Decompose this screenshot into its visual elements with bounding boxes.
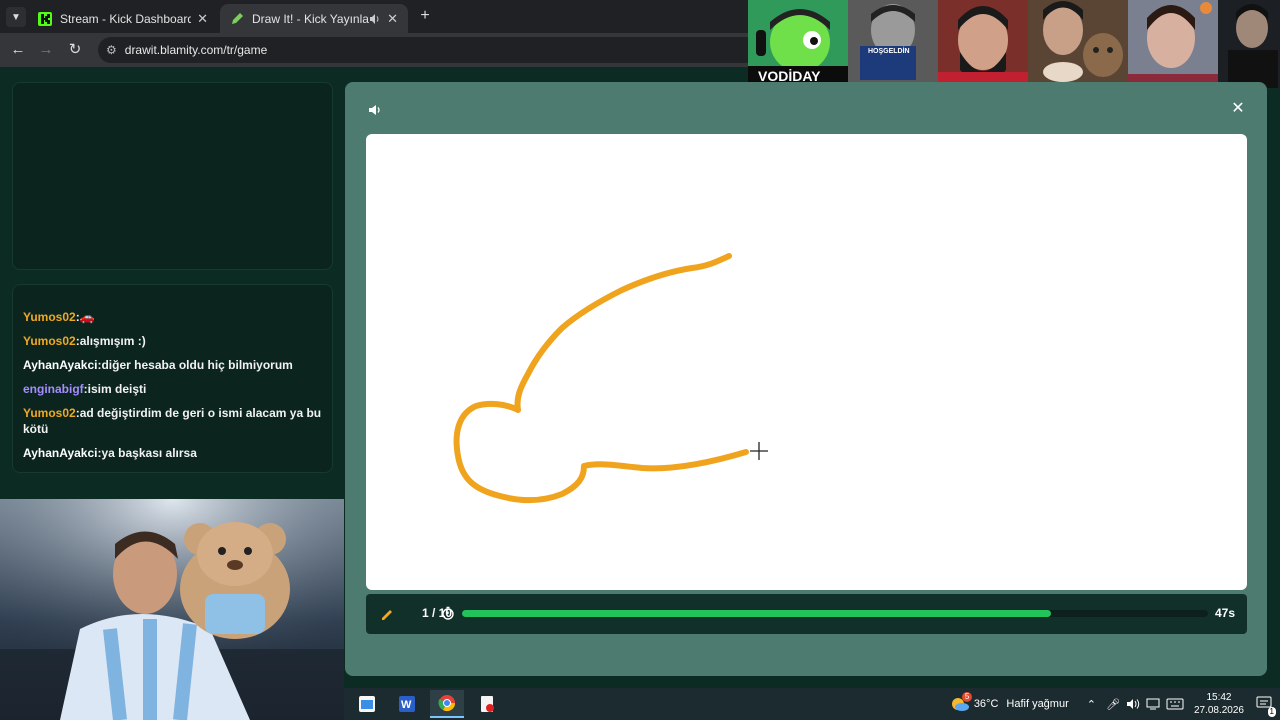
chat-message: Yumos02:ad değiştirdim de geri o ismi al… [23, 405, 322, 437]
chat-username[interactable]: Yumos02 [23, 406, 76, 420]
file-explorer-icon[interactable] [350, 690, 384, 718]
os-taskbar: W 5 36°C Hafif yağmur ⌃ 🎤︎ 15:42 27.08.2… [344, 688, 1280, 720]
volume-icon[interactable] [1126, 698, 1140, 710]
streamer-face-with-cat [1028, 0, 1128, 88]
reload-icon[interactable]: ↻ [66, 41, 84, 59]
chat-message: AyhanAyakci:ya başkası alırsa [23, 445, 322, 461]
chat-message: Yumos02:🚗 [23, 309, 322, 325]
url-text: drawit.blamity.com/tr/game [124, 43, 268, 57]
back-arrow-icon[interactable]: ← [9, 41, 27, 59]
chat-username[interactable]: Yumos02 [23, 310, 76, 324]
system-tray: 5 36°C Hafif yağmur ⌃ 🎤︎ 15:42 27.08.202… [950, 688, 1280, 720]
site-settings-icon[interactable]: ⚙ [106, 43, 117, 57]
player-photo [0, 499, 344, 720]
clock-time: 15:42 [1206, 692, 1232, 703]
recorder-app-icon[interactable] [470, 690, 504, 718]
chat-text: :🚗 [75, 310, 95, 324]
chat-username[interactable]: AyhanAyakci [23, 446, 97, 460]
close-modal-button[interactable]: ✕ [1229, 100, 1247, 118]
chat-text: :isim deişti [83, 382, 147, 396]
clock-date: 27.08.2026 [1193, 705, 1244, 716]
sidebar-top-panel [12, 82, 333, 270]
tab-search-button[interactable]: ▼ [6, 7, 26, 27]
close-tab-icon[interactable]: ✕ [387, 11, 398, 27]
chat-text: :alışmışım :) [75, 334, 146, 348]
webcam-tile [1218, 0, 1280, 88]
time-progress-bar [462, 610, 1208, 617]
weather-temperature: 36°C [973, 698, 999, 710]
new-tab-button[interactable]: + [416, 7, 434, 25]
tab-title: Stream - Kick Dashboard [60, 11, 192, 26]
webcam-tile [938, 0, 1028, 88]
microphone-icon[interactable]: 🎤︎ [1106, 698, 1120, 711]
chat-message: Yumos02:alışmışım :) [23, 333, 322, 349]
pencil-favicon-icon [232, 12, 243, 24]
tab-draw-it[interactable]: Draw It! - Kick Yayınları İçin ✕ [220, 4, 408, 33]
webcam-tile: HOŞGELDİN [848, 0, 938, 88]
clock[interactable]: 15:42 27.08.2026 [1194, 691, 1244, 717]
webcam-tile [1128, 0, 1218, 88]
stopwatch-icon [442, 606, 454, 620]
streamer-face [1128, 0, 1218, 88]
sound-toggle-icon[interactable] [367, 102, 383, 118]
webcam-tile [1028, 0, 1128, 88]
chrome-icon[interactable] [430, 690, 464, 718]
chat-username[interactable]: enginabigf [23, 382, 84, 396]
time-remaining: 47s [1214, 606, 1235, 620]
word-icon[interactable]: W [390, 690, 424, 718]
keyboard-icon[interactable] [1166, 698, 1184, 710]
crosshair-cursor-icon [749, 441, 769, 461]
webcam-strip: VODİDAY HOŞGELDİN [748, 0, 1280, 88]
streamer-face [1218, 0, 1280, 88]
webcam-overlay-image [0, 499, 344, 720]
welcome-sign-text: HOŞGELDİN [868, 48, 910, 55]
address-bar[interactable]: ⚙ drawit.blamity.com/tr/game [98, 37, 758, 63]
notification-count: 1 [1267, 706, 1276, 717]
weather-description: Hafif yağmur [1006, 698, 1069, 710]
chat-panel: Yumos02:🚗 Yumos02:alışmışım :) AyhanAyakci… [12, 284, 333, 473]
drawing-canvas[interactable] [366, 134, 1247, 590]
chat-message: AyhanAyakci:diğer hesaba oldu hiç bilmiy… [23, 357, 322, 373]
webcam-tile: VODİDAY [748, 0, 848, 88]
time-progress-fill [462, 610, 1052, 617]
drawn-stroke [453, 253, 749, 504]
kick-logo-icon [38, 11, 52, 26]
forward-arrow-icon[interactable]: → [37, 41, 55, 59]
drawing-svg [453, 253, 749, 504]
game-modal: ✕ 1 / 10 47s [345, 82, 1267, 676]
chat-message: enginabigf:isim deişti [23, 381, 322, 397]
chat-message-list: Yumos02:🚗 Yumos02:alışmışım :) AyhanAyakci… [23, 309, 322, 461]
close-tab-icon[interactable]: ✕ [197, 11, 208, 27]
game-status-bar: 1 / 10 47s [366, 594, 1247, 634]
tab-kick-dashboard[interactable]: Stream - Kick Dashboard ✕ [28, 4, 218, 33]
streamer-face [938, 0, 1028, 88]
chat-text: :ya başkası alırsa [97, 446, 197, 460]
svg-text:W: W [401, 699, 412, 711]
chat-username[interactable]: Yumos02 [23, 334, 76, 348]
chat-username[interactable]: AyhanAyakci [23, 358, 97, 372]
network-icon[interactable] [1146, 698, 1160, 710]
speaker-icon[interactable] [369, 13, 381, 25]
pencil-icon [382, 610, 392, 620]
tab-title: Draw It! - Kick Yayınları İçin [252, 11, 369, 26]
streamer-face [848, 0, 938, 88]
chat-text: :diğer hesaba oldu hiç bilmiyorum [97, 358, 293, 372]
weather-badge: 5 [961, 692, 973, 702]
show-hidden-icons-icon[interactable]: ⌃ [1087, 698, 1096, 711]
chevron-down-icon: ▼ [11, 11, 21, 23]
notification-center-button[interactable]: 1 [1256, 696, 1276, 717]
